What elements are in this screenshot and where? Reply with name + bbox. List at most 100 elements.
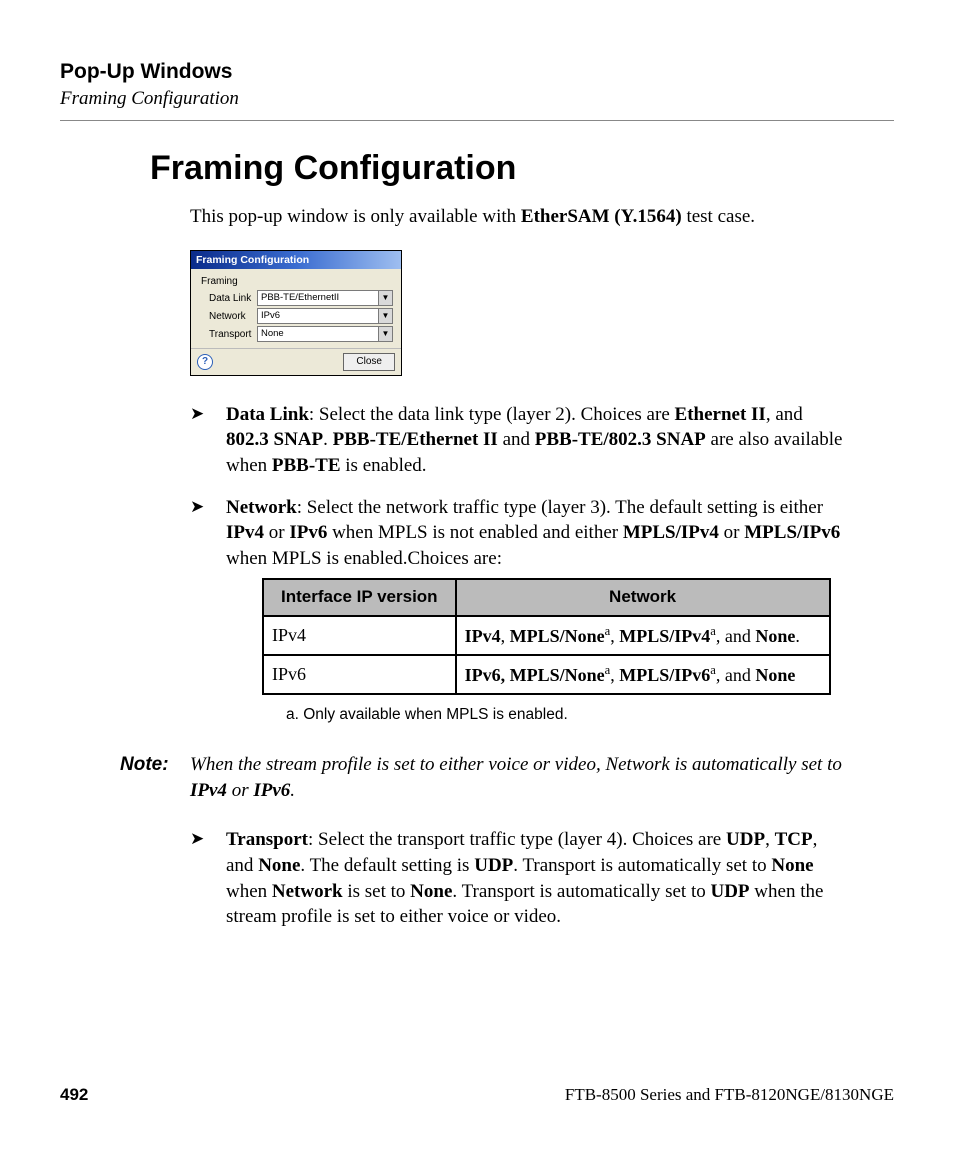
chevron-down-icon[interactable]: ▼ <box>378 291 392 305</box>
page-number: 492 <box>60 1085 88 1105</box>
note-block: Note: When the stream profile is set to … <box>190 752 844 803</box>
section-heading: Framing Configuration <box>150 149 894 188</box>
text: , <box>610 626 619 646</box>
text: is set to <box>343 881 411 902</box>
field-label: Network <box>209 310 257 324</box>
bullet-transport: Transport: Select the transport traffic … <box>190 827 844 930</box>
text: . <box>323 429 333 450</box>
combo-value: PBB-TE/EthernetII <box>261 292 339 305</box>
text: , and <box>716 626 756 646</box>
term: MPLS/IPv6 <box>744 522 840 543</box>
doc-title: FTB-8500 Series and FTB-8120NGE/8130NGE <box>565 1085 894 1105</box>
term: MPLS/IPv4 <box>623 522 719 543</box>
term: None <box>755 626 795 646</box>
text: : Select the network traffic type (layer… <box>297 497 823 518</box>
term: None <box>771 855 813 876</box>
th-interface: Interface IP version <box>263 579 456 616</box>
text: or <box>719 522 744 543</box>
table-row: IPv4 IPv4, MPLS/Nonea, MPLS/IPv4a, and N… <box>263 616 830 655</box>
field-row-network: Network IPv6 ▼ <box>209 308 393 324</box>
term: PBB-TE/802.3 SNAP <box>535 429 706 450</box>
text: : Select the data link type (layer 2). C… <box>309 404 675 425</box>
term: IPv4 <box>190 780 227 801</box>
bullet-network: Network: Select the network traffic type… <box>190 495 844 726</box>
intro-text: This pop-up window is only available wit… <box>190 206 521 227</box>
text: , and <box>716 665 756 685</box>
term: PBB-TE/Ethernet II <box>333 429 498 450</box>
term: Network <box>226 497 297 518</box>
term: None <box>755 665 795 685</box>
th-network: Network <box>456 579 830 616</box>
text: . Transport is automatically set to <box>452 881 710 902</box>
text: , <box>610 665 619 685</box>
dialog-body: Framing Data Link PBB-TE/EthernetII ▼ Ne… <box>191 269 401 349</box>
term: Transport <box>226 829 308 850</box>
table-footnote: a. Only available when MPLS is enabled. <box>286 705 844 726</box>
header-rule <box>60 120 894 121</box>
text: : Select the transport traffic type (lay… <box>308 829 726 850</box>
field-label: Data Link <box>209 292 257 306</box>
term: IPv6 <box>289 522 327 543</box>
help-icon[interactable]: ? <box>197 354 213 370</box>
text: when <box>226 881 272 902</box>
text: when MPLS is enabled.Choices are: <box>226 548 502 569</box>
chevron-down-icon[interactable]: ▼ <box>378 309 392 323</box>
text: . Transport is automatically set to <box>513 855 771 876</box>
combo-value: IPv6 <box>261 310 280 323</box>
running-subtitle: Framing Configuration <box>60 88 894 110</box>
text: or <box>264 522 289 543</box>
dialog-group-label: Framing <box>201 275 393 289</box>
term: IPv6 <box>253 780 290 801</box>
term: Network <box>272 881 343 902</box>
cell-ipv4: IPv4 <box>263 616 456 655</box>
text: is enabled. <box>341 455 427 476</box>
table-row: IPv6 IPv6, MPLS/Nonea, MPLS/IPv6a, and N… <box>263 655 830 694</box>
term: MPLS/IPv6 <box>619 665 710 685</box>
running-title: Pop-Up Windows <box>60 60 894 84</box>
intro-paragraph: This pop-up window is only available wit… <box>190 204 844 230</box>
page-footer: 492 FTB-8500 Series and FTB-8120NGE/8130… <box>60 1085 894 1105</box>
note-text: When the stream profile is set to either… <box>190 752 844 803</box>
bullet-datalink: Data Link: Select the data link type (la… <box>190 402 844 479</box>
term: None <box>258 855 300 876</box>
term: IPv4 <box>465 626 501 646</box>
term: IPv6, MPLS/None <box>465 665 605 685</box>
note-label: Note: <box>120 752 190 803</box>
term: 802.3 SNAP <box>226 429 323 450</box>
text: . <box>795 626 800 646</box>
text: , and <box>766 404 803 425</box>
chevron-down-icon[interactable]: ▼ <box>378 327 392 341</box>
close-button[interactable]: Close <box>343 353 395 371</box>
field-label: Transport <box>209 328 257 342</box>
term: UDP <box>710 881 749 902</box>
term: PBB-TE <box>272 455 341 476</box>
network-table: Interface IP version Network IPv4 IPv4, … <box>262 578 831 696</box>
dialog-footer: ? Close <box>191 348 401 375</box>
term: UDP <box>474 855 513 876</box>
combo-value: None <box>261 328 284 341</box>
text: . <box>290 780 295 801</box>
cell-ipv6: IPv6 <box>263 655 456 694</box>
term: MPLS/None <box>510 626 605 646</box>
transport-combo[interactable]: None ▼ <box>257 326 393 342</box>
text: when MPLS is not enabled and either <box>327 522 623 543</box>
term: UDP <box>726 829 765 850</box>
cell-ipv6-net: IPv6, MPLS/Nonea, MPLS/IPv6a, and None <box>456 655 830 694</box>
term: None <box>410 881 452 902</box>
text: , <box>765 829 775 850</box>
term: TCP <box>775 829 813 850</box>
text: When the stream profile is set to either… <box>190 754 842 775</box>
field-row-transport: Transport None ▼ <box>209 326 393 342</box>
intro-bold: EtherSAM (Y.1564) <box>521 206 682 227</box>
term: Data Link <box>226 404 309 425</box>
intro-text-2: test case. <box>682 206 755 227</box>
dialog-title: Framing Configuration <box>191 251 401 269</box>
datalink-combo[interactable]: PBB-TE/EthernetII ▼ <box>257 290 393 306</box>
text: and <box>498 429 535 450</box>
term: IPv4 <box>226 522 264 543</box>
term: Ethernet II <box>675 404 766 425</box>
cell-ipv4-net: IPv4, MPLS/Nonea, MPLS/IPv4a, and None. <box>456 616 830 655</box>
field-row-datalink: Data Link PBB-TE/EthernetII ▼ <box>209 290 393 306</box>
text: or <box>227 780 253 801</box>
network-combo[interactable]: IPv6 ▼ <box>257 308 393 324</box>
